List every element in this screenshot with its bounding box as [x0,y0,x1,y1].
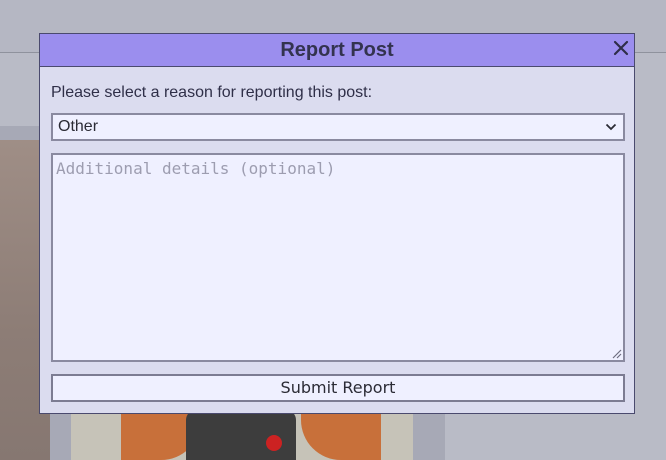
close-button[interactable] [610,37,632,59]
reason-label: Please select a reason for reporting thi… [51,84,373,101]
reason-select[interactable]: Other [51,113,625,141]
submit-report-button[interactable]: Submit Report [51,374,625,402]
image-shape-badge [266,435,282,451]
dialog-header: Report Post [40,34,634,67]
report-post-dialog: Report Post Please select a reason for r… [39,33,635,414]
details-placeholder: Additional details (optional) [56,159,336,178]
reason-select-value: Other [58,118,99,135]
resize-grip-icon[interactable] [610,347,622,359]
image-shape-figure [186,410,296,460]
close-icon [613,40,629,56]
dialog-body: Please select a reason for reporting thi… [40,83,634,402]
chevron-down-icon [605,123,617,131]
dialog-title: Report Post [280,39,394,61]
details-textarea[interactable]: Additional details (optional) [51,153,625,362]
